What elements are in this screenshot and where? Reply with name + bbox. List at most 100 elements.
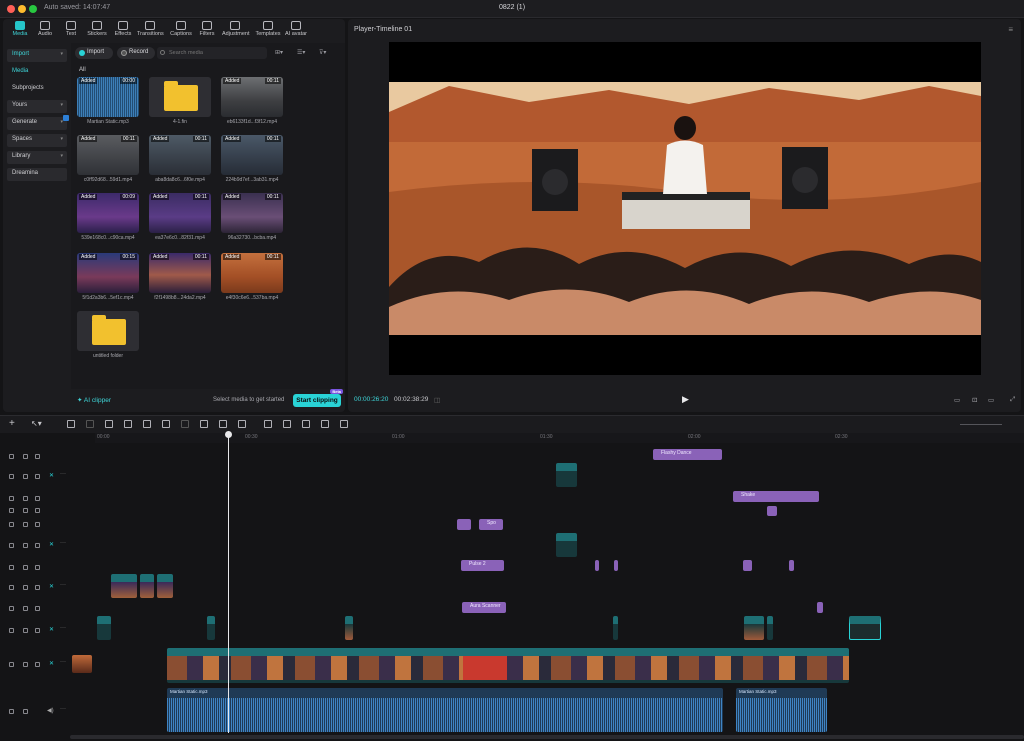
- eye-icon[interactable]: [35, 565, 40, 570]
- video-clip[interactable]: [207, 616, 215, 640]
- split-right-icon[interactable]: [143, 420, 151, 428]
- timeline-scrollbar[interactable]: [70, 735, 1024, 739]
- video-clip[interactable]: [556, 533, 577, 557]
- video-clip[interactable]: [97, 616, 111, 640]
- menu-icon[interactable]: ≡: [1008, 25, 1013, 34]
- lock-icon[interactable]: [23, 709, 28, 714]
- more-icon[interactable]: ···: [60, 625, 66, 631]
- undo-icon[interactable]: [67, 420, 75, 428]
- ai-clipper-label[interactable]: ✦ AI clipper: [77, 396, 111, 404]
- audio-icon[interactable]: ✕: [49, 583, 54, 590]
- media-item[interactable]: Added 00:11: [221, 135, 283, 175]
- tab-captions[interactable]: Captions: [168, 21, 194, 41]
- delete-icon[interactable]: [162, 420, 170, 428]
- selected-video-clip[interactable]: [849, 616, 881, 640]
- effect-clip[interactable]: [595, 560, 599, 571]
- record-button[interactable]: Record: [117, 47, 155, 59]
- video-clip[interactable]: [556, 463, 577, 487]
- eye-icon[interactable]: [35, 496, 40, 501]
- lock-icon[interactable]: [23, 543, 28, 548]
- lock-icon[interactable]: [23, 585, 28, 590]
- sort-icon[interactable]: ☰▾: [297, 49, 305, 56]
- media-item[interactable]: Added 00:11: [149, 193, 211, 233]
- video-clip[interactable]: [157, 574, 173, 598]
- start-clipping-button[interactable]: Start clipping Beta: [293, 389, 343, 407]
- audio-icon[interactable]: ✕: [49, 472, 54, 479]
- lock-icon[interactable]: [23, 454, 28, 459]
- media-item[interactable]: Added 00:11: [221, 77, 283, 117]
- audio-icon[interactable]: ✕: [49, 541, 54, 548]
- tab-templates[interactable]: Templates: [255, 21, 281, 41]
- eye-icon[interactable]: [35, 543, 40, 548]
- media-item[interactable]: Added 00:11: [77, 135, 139, 175]
- add-track-icon[interactable]: +: [9, 418, 15, 429]
- crop-icon[interactable]: ⊡: [972, 396, 977, 404]
- shield-icon[interactable]: [181, 420, 189, 428]
- play-button[interactable]: ▶: [682, 394, 689, 405]
- lock-icon[interactable]: [23, 508, 28, 513]
- filter-icon[interactable]: ⊽▾: [319, 49, 326, 56]
- audio-icon[interactable]: ✕: [49, 626, 54, 633]
- eye-icon[interactable]: [35, 474, 40, 479]
- tab-ai-avatar[interactable]: AI avatar: [283, 21, 309, 41]
- effect-clip[interactable]: [743, 560, 752, 571]
- tab-audio[interactable]: Audio: [32, 21, 58, 41]
- effect-clip[interactable]: [767, 506, 777, 516]
- main-video-track[interactable]: [167, 648, 849, 683]
- lock-icon[interactable]: [23, 522, 28, 527]
- video-clip[interactable]: [744, 616, 764, 640]
- video-preview[interactable]: [389, 42, 981, 375]
- lock-icon[interactable]: [23, 606, 28, 611]
- video-clip[interactable]: [613, 616, 618, 640]
- tab-filters[interactable]: Filters: [194, 21, 220, 41]
- tab-text[interactable]: Text: [58, 21, 84, 41]
- lock-icon[interactable]: [23, 662, 28, 667]
- frame-icon[interactable]: [302, 420, 310, 428]
- video-clip[interactable]: [345, 616, 353, 640]
- tab-effects[interactable]: Effects: [110, 21, 136, 41]
- effect-clip[interactable]: [789, 560, 794, 571]
- effect-clip[interactable]: Spo: [479, 519, 503, 530]
- split-left-icon[interactable]: [124, 420, 132, 428]
- more-icon[interactable]: ···: [60, 706, 66, 712]
- video-clip[interactable]: [767, 616, 773, 640]
- effect-clip[interactable]: [457, 519, 471, 530]
- import-button[interactable]: Import: [75, 47, 113, 59]
- mirror-icon[interactable]: [219, 420, 227, 428]
- eye-icon[interactable]: [35, 628, 40, 633]
- quality-icon[interactable]: ▭: [954, 396, 960, 404]
- media-item-folder[interactable]: [149, 77, 211, 117]
- media-item[interactable]: Added 00:09: [77, 193, 139, 233]
- split-icon[interactable]: [105, 420, 113, 428]
- more-icon[interactable]: ···: [60, 659, 66, 665]
- eye-icon[interactable]: [35, 606, 40, 611]
- media-item[interactable]: Added 00:11: [221, 193, 283, 233]
- audio-clip[interactable]: Martian Static.mp3: [736, 688, 827, 732]
- select-tool-icon[interactable]: ↖▾: [31, 419, 42, 428]
- tab-media[interactable]: Media: [7, 21, 33, 41]
- effect-clip[interactable]: [614, 560, 618, 571]
- volume-icon[interactable]: ◀): [47, 707, 54, 714]
- lock-icon[interactable]: [23, 474, 28, 479]
- eye-icon[interactable]: [35, 454, 40, 459]
- video-clip[interactable]: [111, 574, 137, 598]
- effect-clip[interactable]: Pulse 2: [461, 560, 504, 571]
- magic-icon[interactable]: [321, 420, 329, 428]
- view-toggle-icon[interactable]: ⊞▾: [275, 49, 283, 56]
- eye-icon[interactable]: [35, 585, 40, 590]
- effect-clip[interactable]: Flashy Dance: [653, 449, 722, 460]
- media-item[interactable]: Added 00:00: [77, 77, 139, 117]
- sidebar-item-import[interactable]: Import ▾: [7, 49, 67, 62]
- sidebar-item-library[interactable]: Library ▾: [7, 151, 67, 164]
- media-item[interactable]: Added 00:11: [149, 135, 211, 175]
- search-input[interactable]: Search media: [157, 47, 267, 59]
- insert-icon[interactable]: [264, 420, 272, 428]
- redo-icon[interactable]: [86, 420, 94, 428]
- tab-stickers[interactable]: Stickers: [84, 21, 110, 41]
- person-icon[interactable]: [340, 420, 348, 428]
- eye-icon[interactable]: [35, 508, 40, 513]
- fullscreen-icon[interactable]: ⤢: [1010, 396, 1015, 404]
- eye-icon[interactable]: [35, 522, 40, 527]
- tab-adjustment[interactable]: Adjustment: [222, 21, 250, 41]
- cover-thumbnail[interactable]: [72, 655, 92, 673]
